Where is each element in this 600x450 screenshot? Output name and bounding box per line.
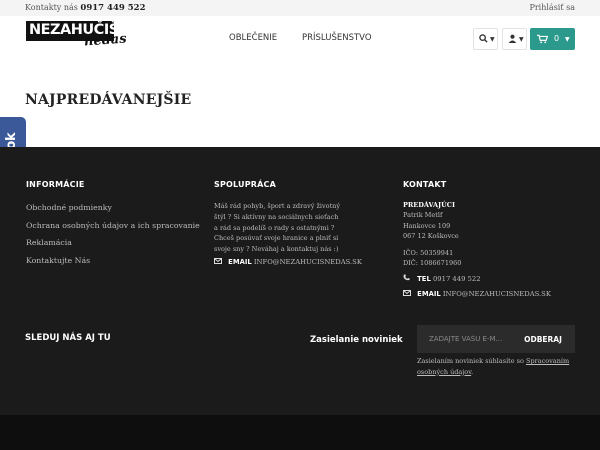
top-contact: Kontakty nás 0917 449 522 bbox=[25, 3, 145, 13]
login-link[interactable]: Prihlásiť sa bbox=[529, 3, 575, 12]
company-name: PREDÁVAJÚCI bbox=[403, 201, 455, 209]
user-button[interactable]: ▼ bbox=[502, 28, 527, 50]
envelope-icon bbox=[214, 258, 226, 266]
bottom-bar bbox=[0, 415, 600, 450]
email-label: EMAIL bbox=[228, 258, 252, 266]
email-label: EMAIL bbox=[417, 290, 441, 298]
chevron-down-icon: ▼ bbox=[565, 36, 570, 43]
chevron-down-icon: ▼ bbox=[519, 36, 524, 43]
cart-icon bbox=[537, 34, 549, 46]
contact-label: Kontakty nás bbox=[25, 3, 78, 12]
footer-link-contact[interactable]: Kontaktujte Nás bbox=[26, 256, 200, 274]
footer: INFORMÁCIE SPOLUPRÁCA KONTAKT Obchodné p… bbox=[0, 147, 600, 415]
phone-icon bbox=[403, 274, 415, 283]
contact-email[interactable]: EMAIL INFO@NEZAHUCISNEDAS.SK bbox=[403, 290, 551, 298]
contact-phone[interactable]: TEL 0917 449 522 bbox=[403, 274, 481, 283]
newsletter-label: Zasielanie noviniek bbox=[310, 335, 403, 345]
user-icon bbox=[508, 34, 517, 45]
footer-link-privacy[interactable]: Ochrana osobných údajov a ich spracovani… bbox=[26, 221, 200, 239]
header: NEZAHUČIŠ nedas OBLEČENIE PRÍSLUŠENSTVO … bbox=[0, 16, 600, 60]
footer-link-terms[interactable]: Obchodné podmienky bbox=[26, 203, 200, 221]
footer-contact-heading: KONTAKT bbox=[403, 180, 447, 189]
chevron-down-icon: ▼ bbox=[490, 36, 495, 43]
footer-link-complaints[interactable]: Reklamácia bbox=[26, 238, 200, 256]
envelope-icon bbox=[403, 290, 415, 298]
email-value[interactable]: INFO@NEZAHUCISNEDAS.SK bbox=[443, 290, 551, 298]
top-bar: Kontakty nás 0917 449 522 Prihlásiť sa bbox=[0, 0, 600, 16]
newsletter-note: Zasielaním noviniek súhlasíte so Spracov… bbox=[417, 356, 577, 377]
cooperation-line: svoje sny ? Neváhaj a kontaktuj nás :) bbox=[214, 245, 339, 254]
follow-us-heading: SLEDUJ NÁS AJ TU bbox=[25, 333, 111, 343]
company-city: 067 12 Koškovce bbox=[403, 231, 459, 240]
company-dic: DIČ: 1086671960 bbox=[403, 259, 462, 268]
tel-label: TEL bbox=[417, 275, 431, 283]
cooperation-line: Máš rád pohyb, šport a zdravý životný bbox=[214, 202, 341, 210]
nav-accessories[interactable]: PRÍSLUŠENSTVO bbox=[302, 33, 372, 43]
footer-cooperation-heading: SPOLUPRÁCA bbox=[214, 180, 277, 189]
company-ico: IČO: 50359941 bbox=[403, 249, 454, 258]
cooperation-email[interactable]: EMAIL INFO@NEZAHUCISNEDAS.SK bbox=[214, 258, 362, 266]
cooperation-line: Chceš posúvať svoje hranice a plniť si bbox=[214, 234, 339, 243]
subscribe-button[interactable]: ODBERAJ bbox=[511, 325, 575, 353]
nav-clothing[interactable]: OBLEČENIE bbox=[229, 33, 277, 43]
cooperation-line: a rád sa podelíš o rady s ostatnými ? bbox=[214, 223, 335, 232]
cooperation-text: Máš rád pohyb, šport a zdravý životný št… bbox=[214, 201, 374, 255]
logo-script: nedas bbox=[83, 31, 128, 50]
newsletter-email-input[interactable] bbox=[417, 325, 512, 353]
logo[interactable]: NEZAHUČIŠ nedas bbox=[26, 21, 128, 49]
email-value[interactable]: INFO@NEZAHUCISNEDAS.SK bbox=[254, 258, 362, 266]
search-icon bbox=[479, 34, 488, 45]
cart-count: 0 bbox=[554, 34, 560, 43]
search-button[interactable]: ▼ bbox=[473, 28, 498, 50]
newsletter-note-text: Zasielaním noviniek súhlasíte so bbox=[417, 357, 526, 365]
company-street: Hankovce 109 bbox=[403, 221, 451, 230]
footer-info-links: Obchodné podmienky Ochrana osobných údaj… bbox=[26, 203, 200, 273]
footer-info-heading: INFORMÁCIE bbox=[26, 180, 85, 189]
newsletter-note-end: . bbox=[471, 367, 474, 376]
tel-value[interactable]: 0917 449 522 bbox=[433, 275, 481, 283]
top-phone[interactable]: 0917 449 522 bbox=[80, 3, 145, 13]
company-person: Patrik Metlf bbox=[403, 211, 443, 220]
page-title: NAJPREDÁVANEJŠIE bbox=[25, 92, 192, 108]
cooperation-line: štýl ? Si aktívny na sociálnych sieťach bbox=[214, 212, 339, 221]
cart-button[interactable]: 0 ▼ bbox=[530, 28, 575, 50]
company-info: PREDÁVAJÚCI Patrik Metlf Hankovce 109 06… bbox=[403, 200, 461, 269]
